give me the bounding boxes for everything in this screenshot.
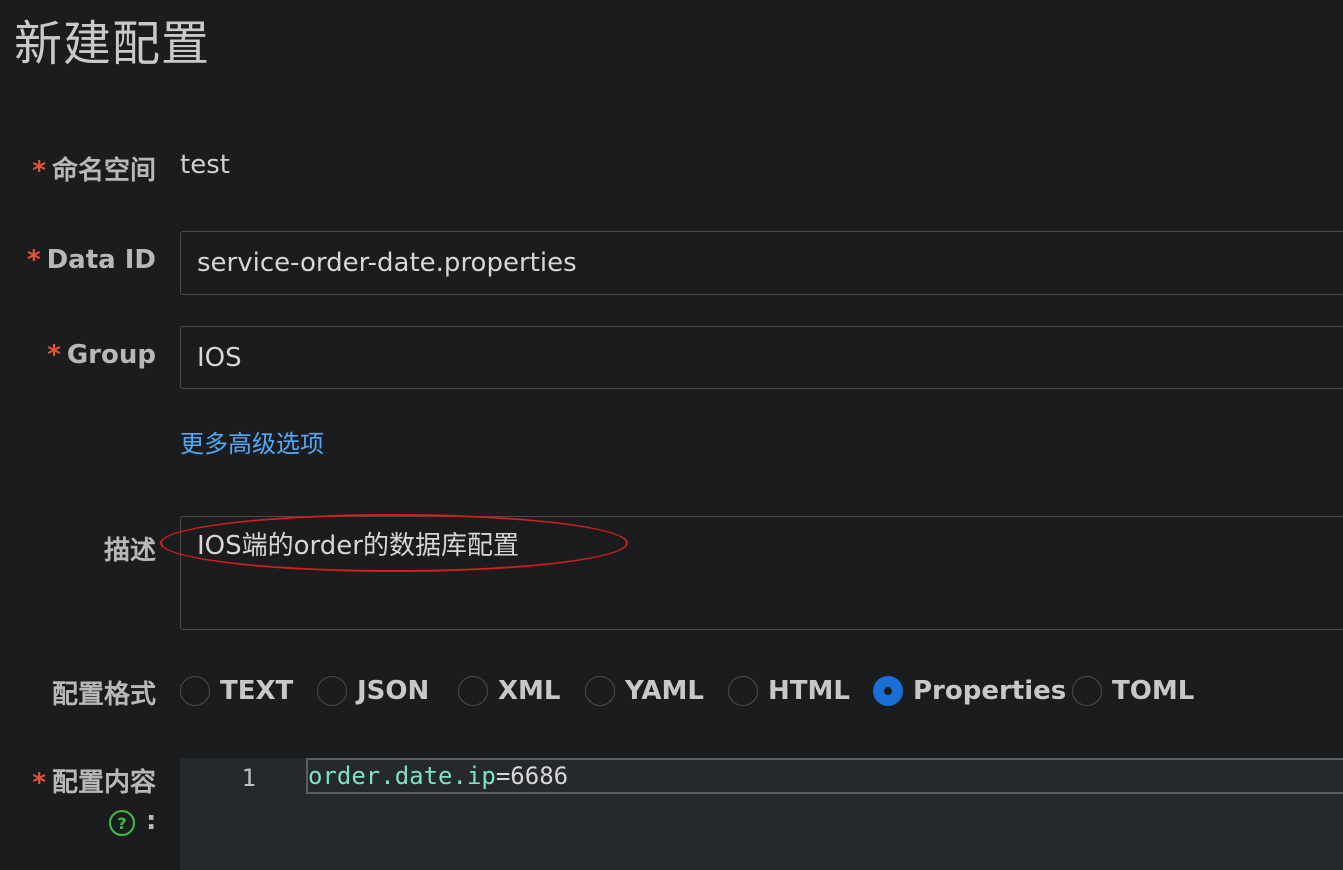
help-symbol: ? bbox=[117, 813, 127, 833]
description-value: IOS端的order的数据库配置 bbox=[197, 531, 519, 561]
data-id-label-text: Data ID bbox=[46, 245, 156, 275]
line-number: 1 bbox=[241, 764, 256, 792]
format-option-text[interactable]: TEXT bbox=[180, 674, 293, 708]
radio-circle bbox=[1072, 676, 1102, 706]
content-label-colon: : bbox=[146, 806, 157, 836]
data-id-input-value: service-order-date.properties bbox=[197, 248, 577, 278]
radio-circle bbox=[585, 676, 615, 706]
question-circle-icon[interactable]: ? bbox=[109, 810, 135, 836]
group-input-value: IOS bbox=[197, 342, 242, 373]
format-option-properties[interactable]: Properties bbox=[873, 674, 1066, 708]
radio-circle bbox=[728, 676, 758, 706]
format-option-label: XML bbox=[498, 676, 561, 706]
format-option-label: Properties bbox=[913, 676, 1067, 706]
required-mark: * bbox=[47, 340, 61, 370]
format-label: 配置格式 bbox=[51, 680, 156, 710]
group-label-text: Group bbox=[66, 340, 156, 370]
code-key: order.date.ip bbox=[308, 762, 496, 790]
namespace-label: * 命名空间 bbox=[32, 150, 156, 187]
code-value: 6686 bbox=[510, 762, 569, 790]
namespace-value: test bbox=[180, 150, 230, 180]
radio-circle-checked bbox=[873, 676, 903, 706]
required-mark: * bbox=[32, 156, 46, 186]
content-label: * 配置内容 bbox=[32, 762, 156, 799]
radio-circle bbox=[458, 676, 488, 706]
format-option-html[interactable]: HTML bbox=[728, 674, 850, 708]
data-id-input[interactable]: service-order-date.properties bbox=[180, 231, 1343, 295]
format-option-label: JSON bbox=[357, 676, 430, 706]
group-label: * Group bbox=[47, 340, 156, 370]
required-mark: * bbox=[26, 245, 41, 275]
content-label-text: 配置内容 bbox=[51, 768, 156, 798]
group-input[interactable]: IOS bbox=[180, 326, 1343, 389]
format-option-json[interactable]: JSON bbox=[317, 674, 429, 708]
advanced-options-link[interactable]: 更多高级选项 bbox=[180, 424, 324, 459]
description-textarea[interactable]: IOS端的order的数据库配置 bbox=[180, 516, 1343, 630]
format-option-label: HTML bbox=[768, 676, 850, 706]
format-option-label: TEXT bbox=[220, 676, 294, 706]
code-operator: = bbox=[495, 762, 511, 790]
data-id-label: * Data ID bbox=[27, 245, 156, 275]
code-line-active[interactable]: order.date.ip = 6686 bbox=[306, 758, 1343, 794]
editor-gutter: 1 bbox=[180, 758, 306, 870]
new-config-page: 新建配置 * 命名空间 test * Data ID service-order-d… bbox=[0, 0, 1343, 870]
format-option-yaml[interactable]: YAML bbox=[585, 674, 704, 708]
required-mark: * bbox=[32, 768, 46, 798]
format-option-label: TOML bbox=[1112, 676, 1195, 706]
namespace-label-text: 命名空间 bbox=[51, 156, 156, 186]
format-option-label: YAML bbox=[625, 676, 704, 706]
code-editor[interactable]: 1 order.date.ip = 6686 bbox=[180, 758, 1343, 870]
radio-circle bbox=[317, 676, 347, 706]
radio-circle bbox=[180, 676, 210, 706]
format-option-xml[interactable]: XML bbox=[458, 674, 561, 708]
format-option-toml[interactable]: TOML bbox=[1072, 674, 1194, 708]
page-title: 新建配置 bbox=[14, 16, 211, 72]
description-label: 描述 bbox=[103, 536, 156, 566]
